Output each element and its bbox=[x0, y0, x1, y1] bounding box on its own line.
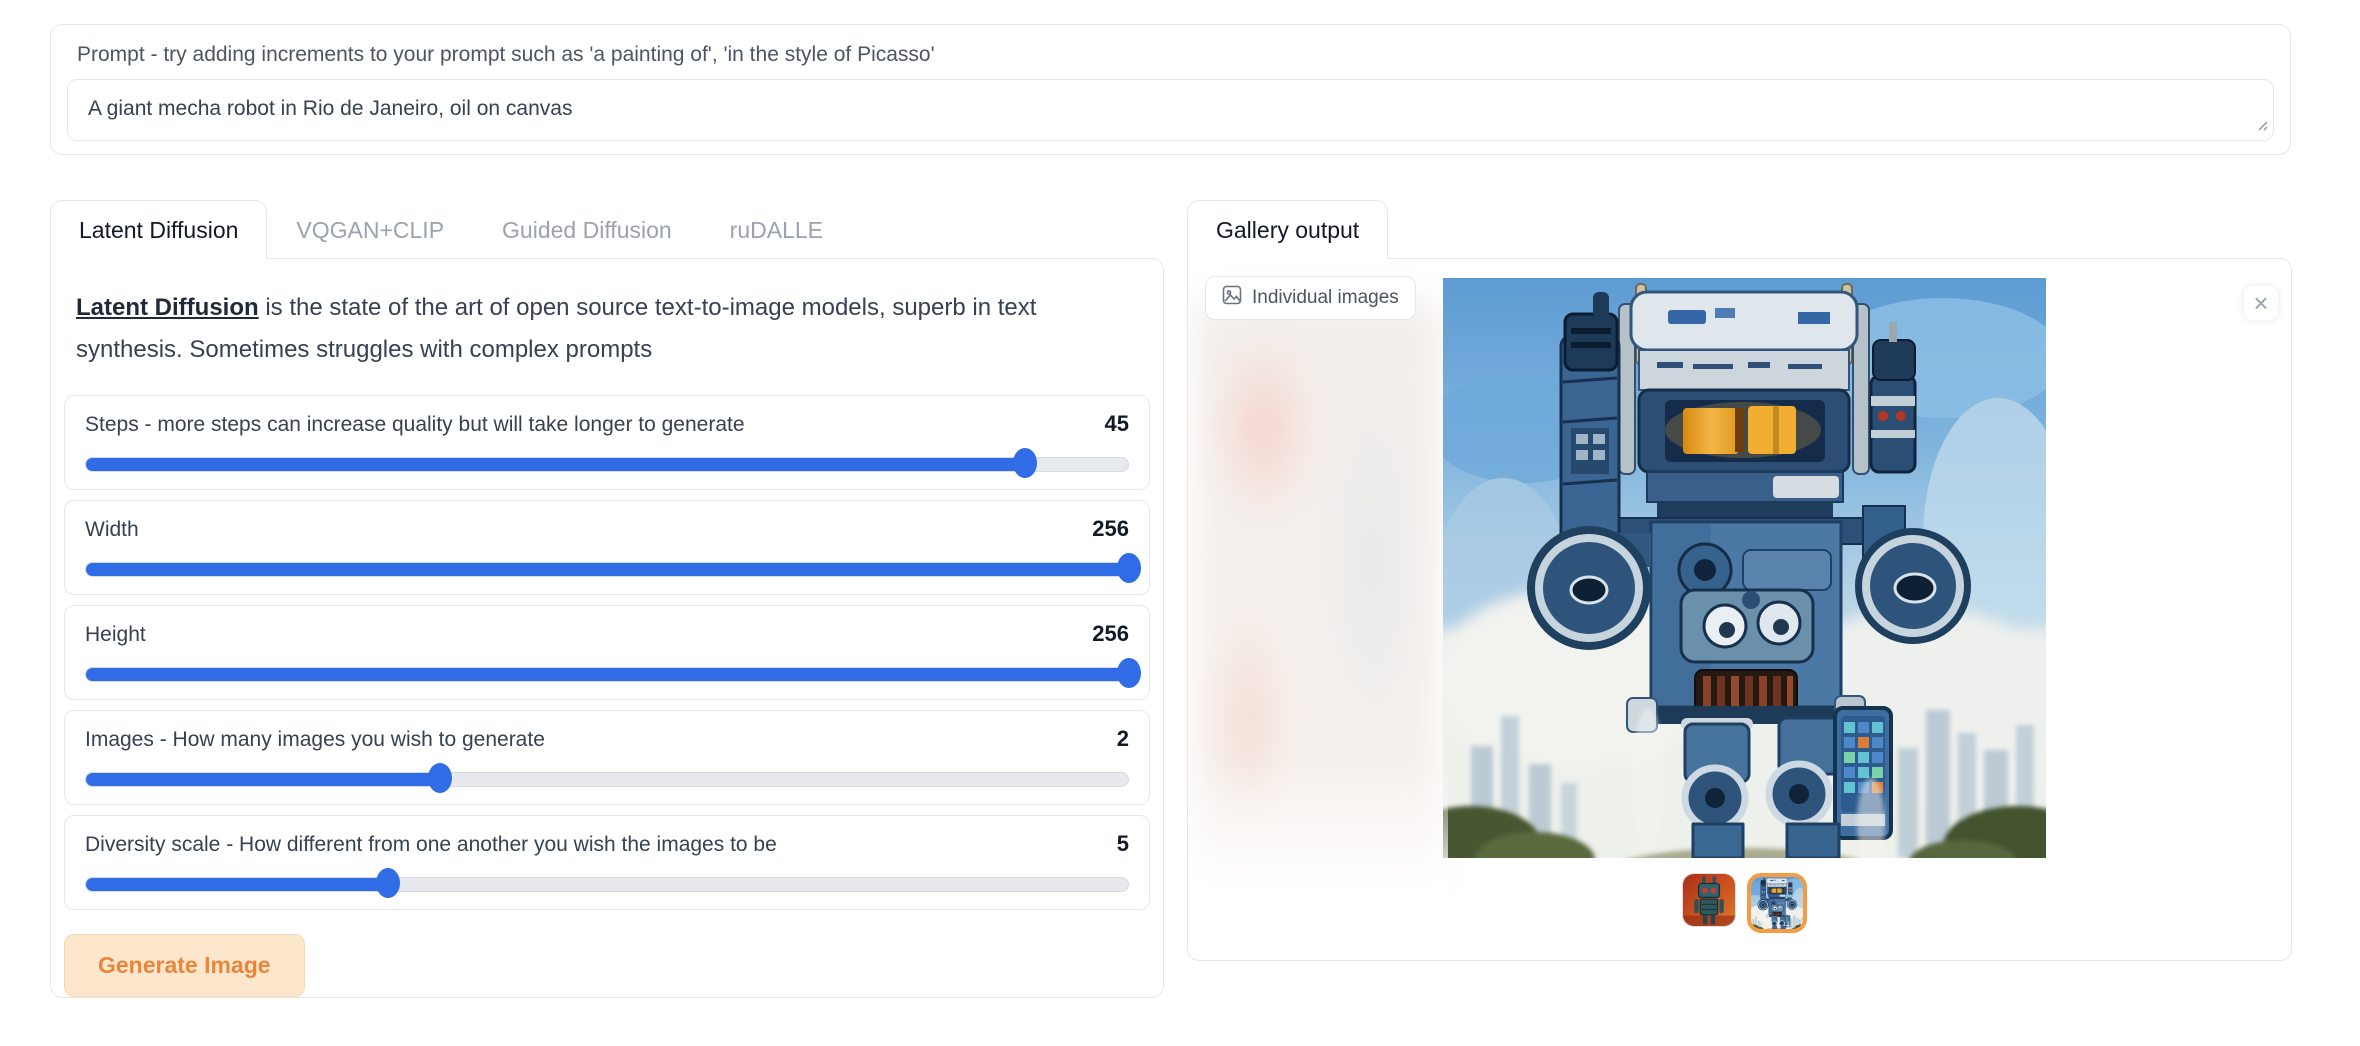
app-page: Prompt - try adding increments to your p… bbox=[0, 0, 2360, 1046]
slider-images-track[interactable] bbox=[85, 762, 1129, 796]
slider-steps-thumb[interactable] bbox=[1013, 448, 1037, 478]
slider-steps: Steps - more steps can increase quality … bbox=[64, 395, 1150, 490]
thumbnail-blue-robot-selected[interactable] bbox=[1747, 873, 1807, 933]
slider-diversity: Diversity scale - How different from one… bbox=[64, 815, 1150, 910]
gallery-thumbnails bbox=[1443, 873, 2046, 933]
slider-width-label: Width bbox=[85, 518, 139, 542]
tab-gallery-output[interactable]: Gallery output bbox=[1187, 200, 1388, 259]
gallery-panel: Gallery output Individual images × bbox=[1187, 199, 2292, 961]
slider-steps-track[interactable] bbox=[85, 447, 1129, 481]
tab-vqgan-clip[interactable]: VQGAN+CLIP bbox=[267, 200, 473, 259]
prompt-label: Prompt - try adding increments to your p… bbox=[77, 43, 2274, 67]
gallery-main-image[interactable] bbox=[1443, 278, 2046, 858]
slider-images: Images - How many images you wish to gen… bbox=[64, 710, 1150, 805]
gallery-tab-bar: Gallery output bbox=[1187, 199, 2292, 258]
slider-width-thumb[interactable] bbox=[1117, 553, 1141, 583]
model-tab-content: Latent Diffusion is the state of the art… bbox=[50, 258, 1164, 998]
slider-diversity-label: Diversity scale - How different from one… bbox=[85, 833, 777, 857]
tab-rudalle[interactable]: ruDALLE bbox=[701, 200, 852, 259]
slider-width-value: 256 bbox=[1092, 516, 1129, 542]
model-panel: Latent Diffusion VQGAN+CLIP Guided Diffu… bbox=[50, 199, 1164, 998]
generate-image-button[interactable]: Generate Image bbox=[64, 934, 305, 997]
slider-images-label: Images - How many images you wish to gen… bbox=[85, 728, 545, 752]
prompt-section: Prompt - try adding increments to your p… bbox=[50, 24, 2291, 155]
slider-height-value: 256 bbox=[1092, 621, 1129, 647]
slider-images-thumb[interactable] bbox=[428, 763, 452, 793]
slider-height-label: Height bbox=[85, 623, 146, 647]
thumbnail-red-robot[interactable] bbox=[1682, 873, 1736, 927]
image-icon bbox=[1222, 285, 1242, 311]
gallery-fade-overlay bbox=[1188, 759, 1448, 939]
slider-height: Height 256 bbox=[64, 605, 1150, 700]
slider-steps-label: Steps - more steps can increase quality … bbox=[85, 413, 745, 437]
gallery-content: Individual images × bbox=[1187, 258, 2292, 961]
tab-latent-diffusion[interactable]: Latent Diffusion bbox=[50, 200, 267, 259]
slider-images-value: 2 bbox=[1117, 726, 1129, 752]
slider-diversity-value: 5 bbox=[1117, 831, 1129, 857]
slider-steps-value: 45 bbox=[1105, 411, 1129, 437]
prompt-input[interactable]: A giant mecha robot in Rio de Janeiro, o… bbox=[67, 79, 2274, 141]
model-description-link[interactable]: Latent Diffusion bbox=[76, 294, 259, 321]
slider-diversity-track[interactable] bbox=[85, 867, 1129, 901]
individual-images-label: Individual images bbox=[1252, 287, 1399, 309]
slider-width-track[interactable] bbox=[85, 552, 1129, 586]
slider-height-track[interactable] bbox=[85, 657, 1129, 691]
tab-guided-diffusion[interactable]: Guided Diffusion bbox=[473, 200, 701, 259]
slider-width: Width 256 bbox=[64, 500, 1150, 595]
model-tab-bar: Latent Diffusion VQGAN+CLIP Guided Diffu… bbox=[50, 199, 1164, 258]
model-description: Latent Diffusion is the state of the art… bbox=[76, 287, 1096, 371]
slider-diversity-thumb[interactable] bbox=[376, 868, 400, 898]
close-icon[interactable]: × bbox=[2244, 286, 2278, 320]
slider-height-thumb[interactable] bbox=[1117, 658, 1141, 688]
individual-images-button[interactable]: Individual images bbox=[1205, 276, 1416, 320]
